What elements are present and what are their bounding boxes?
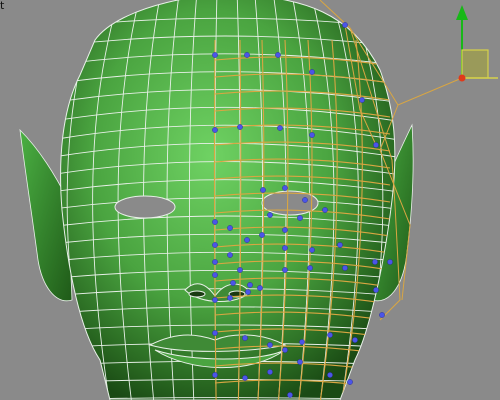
vertex-point[interactable] [297, 359, 303, 365]
vertex-point[interactable] [245, 289, 251, 295]
vertex-point[interactable] [282, 245, 288, 251]
vertex-point[interactable] [244, 52, 250, 58]
vertex-point[interactable] [287, 392, 293, 398]
vertex-point[interactable] [309, 247, 315, 253]
perspective-viewport[interactable]: t [0, 0, 500, 400]
vertex-point[interactable] [337, 242, 343, 248]
vertex-point[interactable] [267, 369, 273, 375]
vertex-point[interactable] [309, 69, 315, 75]
vertex-point[interactable] [327, 332, 333, 338]
left-eye-socket [114, 195, 176, 219]
vertex-point[interactable] [212, 52, 218, 58]
vertex-point[interactable] [242, 375, 248, 381]
vertex-point[interactable] [237, 124, 243, 130]
vertex-point[interactable] [387, 259, 393, 265]
vertex-point[interactable] [212, 259, 218, 265]
vertex-point[interactable] [247, 282, 253, 288]
scene-canvas[interactable] [0, 0, 500, 400]
vertex-point[interactable] [259, 232, 265, 238]
vertex-point[interactable] [237, 267, 243, 273]
vertex-point[interactable] [212, 330, 218, 336]
vertex-point[interactable] [373, 287, 379, 293]
vertex-point[interactable] [212, 372, 218, 378]
vertex-point[interactable] [267, 342, 273, 348]
vertex-point[interactable] [322, 207, 328, 213]
vertex-point[interactable] [307, 265, 313, 271]
vertex-point[interactable] [227, 225, 233, 231]
vertex-point[interactable] [309, 132, 315, 138]
vertex-point[interactable] [359, 97, 365, 103]
vertex-point[interactable] [282, 347, 288, 353]
vertex-point[interactable] [212, 127, 218, 133]
vertex-point[interactable] [282, 267, 288, 273]
move-gizmo[interactable] [456, 5, 498, 82]
vertex-point[interactable] [227, 252, 233, 258]
vertex-point[interactable] [242, 335, 248, 341]
vertex-point[interactable] [275, 52, 281, 58]
vertex-point[interactable] [327, 372, 333, 378]
vertex-point[interactable] [257, 285, 263, 291]
vertex-point[interactable] [302, 197, 308, 203]
vertex-point[interactable] [372, 259, 378, 265]
vertex-point[interactable] [373, 142, 379, 148]
left-nostril [188, 290, 206, 298]
vertex-point[interactable] [297, 215, 303, 221]
vertex-point[interactable] [212, 297, 218, 303]
vertex-point[interactable] [260, 187, 266, 193]
move-gizmo-pivot-icon[interactable] [458, 74, 466, 82]
vertex-point[interactable] [212, 242, 218, 248]
vertex-point[interactable] [299, 339, 305, 345]
vertex-point[interactable] [282, 227, 288, 233]
vertex-point[interactable] [342, 22, 348, 28]
vertex-point[interactable] [267, 212, 273, 218]
vertex-point[interactable] [244, 237, 250, 243]
move-gizmo-xy-plane-icon[interactable] [461, 49, 489, 79]
vertex-point[interactable] [227, 295, 233, 301]
vertex-point[interactable] [230, 280, 236, 286]
vertex-point[interactable] [379, 312, 385, 318]
vertex-point[interactable] [342, 265, 348, 271]
vertex-point[interactable] [212, 272, 218, 278]
vertex-point[interactable] [282, 185, 288, 191]
move-gizmo-y-arrow-icon[interactable] [456, 5, 468, 20]
vertex-point[interactable] [347, 379, 353, 385]
vertex-point[interactable] [212, 219, 218, 225]
vertex-point[interactable] [277, 125, 283, 131]
right-eye-socket [261, 190, 319, 216]
vertex-point[interactable] [352, 337, 358, 343]
